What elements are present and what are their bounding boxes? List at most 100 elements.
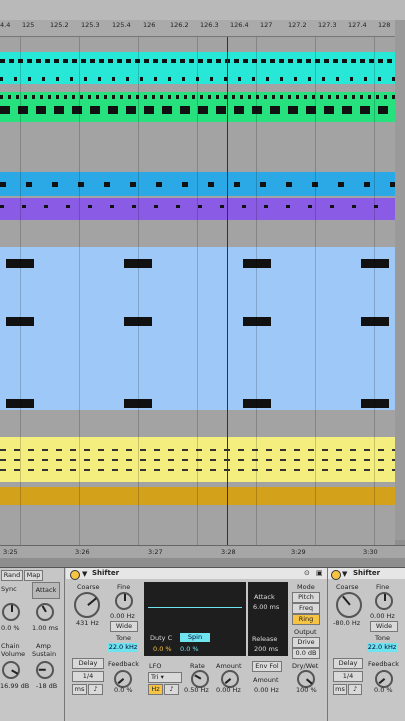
feedback-value: 0.0 %	[114, 686, 133, 694]
delay-button[interactable]: Delay	[333, 658, 363, 669]
hz-button[interactable]: Hz	[148, 684, 163, 695]
chain-label: Chain	[1, 642, 20, 650]
top-bar	[0, 0, 405, 20]
attack-tab[interactable]: Attack	[32, 582, 60, 599]
fine-knob[interactable]	[375, 592, 393, 610]
tone-value[interactable]: 22.0 kHz	[367, 643, 397, 652]
arrangement-view[interactable]	[0, 37, 395, 545]
freq-button[interactable]: Freq	[292, 603, 320, 614]
beat-ruler[interactable]: 4.4 125 125.2 125.3 125.4 126 126.2 126.…	[0, 20, 405, 37]
delay-value[interactable]: 1/4	[333, 671, 363, 682]
waveform-line	[148, 607, 242, 608]
attack-value: 1.00 ms	[32, 624, 59, 632]
sustain-knob[interactable]	[36, 661, 54, 679]
scrollbar[interactable]	[395, 20, 405, 540]
tone-label: Tone	[375, 634, 390, 642]
save-preset-icon[interactable]: ▣	[316, 569, 323, 577]
attack-value: 6.00 ms	[253, 603, 280, 611]
fine-knob[interactable]	[115, 592, 133, 610]
spin-button[interactable]: Spin	[180, 633, 210, 642]
note-icon[interactable]: ♪	[348, 684, 362, 695]
amount-label: Amount	[216, 662, 242, 670]
hot-swap-icon[interactable]: ⊙	[304, 569, 310, 577]
volume-knob[interactable]	[2, 661, 20, 679]
midi-note[interactable]	[361, 317, 389, 326]
output-value[interactable]: 0.0 dB	[292, 648, 320, 659]
note-icon[interactable]: ♪	[88, 684, 103, 695]
feedback-label: Feedback	[108, 660, 139, 668]
coarse-label: Coarse	[77, 583, 100, 591]
ruler-label: 127.3	[318, 21, 337, 29]
pitch-button[interactable]: Pitch	[292, 592, 320, 603]
power-icon[interactable]	[70, 570, 80, 580]
mode-label: Mode	[297, 583, 315, 591]
midi-note[interactable]	[361, 259, 389, 268]
chevron-down-icon: ▾	[160, 673, 164, 681]
fine-label: Fine	[376, 583, 390, 591]
duty-value: 0.0 %	[153, 645, 172, 653]
ruler-label: 125.4	[112, 21, 131, 29]
ms-button[interactable]: ms	[72, 684, 87, 695]
ruler-label: 128	[378, 21, 391, 29]
amp-label: Amp	[36, 642, 51, 650]
sustain-label: Sustain	[32, 650, 57, 658]
spin-value: 0.0 %	[180, 645, 199, 653]
lfo-shape-select[interactable]: Tri ▾	[148, 672, 182, 683]
rate-value: 0.50 Hz	[184, 686, 209, 694]
tone-value[interactable]: 22.0 kHz	[108, 643, 138, 652]
feedback-value: 0.0 %	[374, 686, 393, 694]
lfo-label: LFO	[149, 662, 162, 670]
time-label: 3:27	[148, 548, 163, 556]
feedback-label: Feedback	[368, 660, 399, 668]
ruler-label: 125.3	[81, 21, 100, 29]
ruler-label: 126.3	[200, 21, 219, 29]
midi-note[interactable]	[243, 317, 271, 326]
attack-knob[interactable]	[36, 603, 54, 621]
lfo-shape-value: Tri	[151, 673, 159, 681]
ms-button[interactable]: ms	[333, 684, 347, 695]
ring-button[interactable]: Ring	[292, 614, 320, 625]
rate-label: Rate	[190, 662, 205, 670]
release-value: 200 ms	[254, 645, 279, 653]
wide-button[interactable]: Wide	[110, 621, 138, 632]
ruler-label: 127.4	[348, 21, 367, 29]
ruler-label: 126.2	[170, 21, 189, 29]
coarse-knob[interactable]	[336, 592, 362, 618]
power-icon[interactable]	[331, 570, 341, 580]
ruler-label: 127.2	[288, 21, 307, 29]
time-label: 3:29	[291, 548, 306, 556]
env-amount-value: 0.00 Hz	[254, 686, 279, 694]
duty-label: Duty C	[150, 634, 173, 642]
chevron-down-icon[interactable]: ▼	[82, 570, 87, 578]
env-amount-label: Amount	[253, 676, 279, 684]
midi-note[interactable]	[361, 399, 389, 408]
env-fol-button[interactable]: Env Fol	[252, 661, 282, 672]
rand-button[interactable]: Rand	[1, 570, 23, 581]
drywet-value: 100 %	[296, 686, 317, 694]
chevron-down-icon[interactable]: ▼	[342, 570, 347, 578]
coarse-knob[interactable]	[74, 592, 100, 618]
coarse-value: 431 Hz	[76, 619, 99, 627]
midi-note[interactable]	[243, 259, 271, 268]
time-label: 3:28	[221, 548, 236, 556]
sync-knob[interactable]	[2, 603, 20, 621]
volume-value: 16.99 dB	[0, 682, 30, 690]
note-icon[interactable]: ♪	[164, 684, 179, 695]
wide-button[interactable]: Wide	[370, 621, 398, 632]
delay-button[interactable]: Delay	[72, 658, 104, 669]
playhead[interactable]	[227, 37, 228, 545]
device-title: Shifter	[353, 569, 381, 577]
time-ruler[interactable]: 3:25 3:26 3:27 3:28 3:29 3:30	[0, 545, 405, 559]
midi-note[interactable]	[243, 399, 271, 408]
sync-value: 0.0 %	[1, 624, 20, 632]
drive-button[interactable]: Drive	[292, 637, 320, 648]
delay-value[interactable]: 1/4	[72, 671, 104, 682]
fine-label: Fine	[117, 583, 131, 591]
map-button[interactable]: Map	[24, 570, 43, 581]
waveform-display[interactable]: Duty C Spin 0.0 % 0.0 %	[144, 582, 246, 656]
drywet-label: Dry/Wet	[292, 662, 319, 670]
coarse-value: -80.0 Hz	[333, 619, 361, 627]
divider	[0, 558, 405, 567]
ruler-label: 4.4	[0, 21, 11, 29]
time-label: 3:30	[363, 548, 378, 556]
